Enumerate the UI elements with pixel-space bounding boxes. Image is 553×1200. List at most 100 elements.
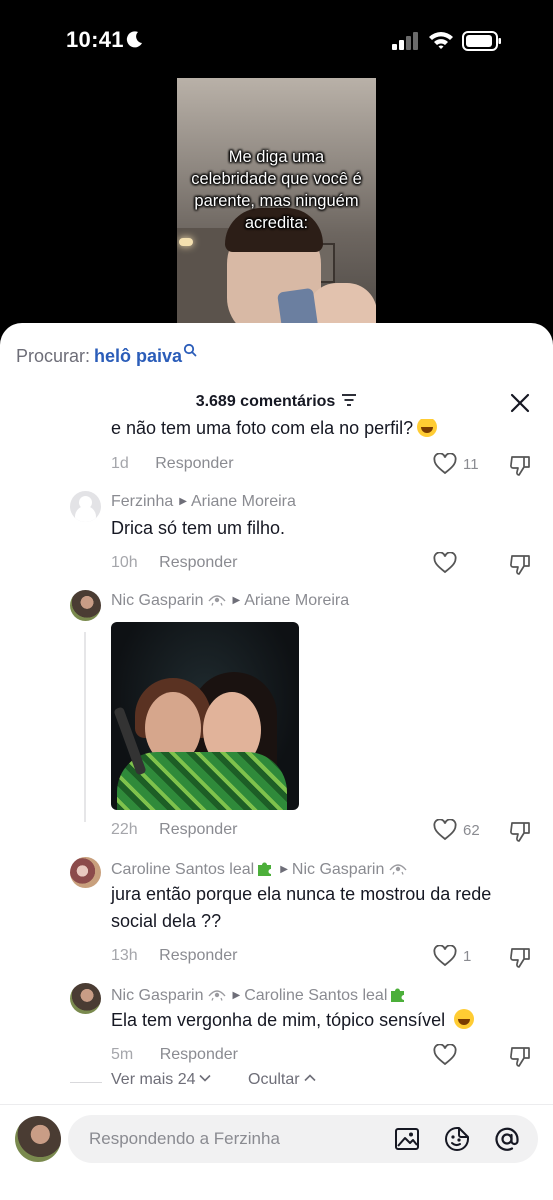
close-icon[interactable] (508, 391, 532, 415)
comment-time: 5m (111, 1046, 134, 1063)
comments-sheet: Procurar: helô paiva 3.689 comentários e … (0, 323, 553, 1200)
reply-arrow-icon: ▶ (280, 864, 288, 875)
moon-icon (126, 31, 142, 48)
comment-meta: 1d Responder (111, 455, 234, 473)
status-time: 10:41 (66, 27, 124, 52)
reply-button[interactable]: Responder (160, 1046, 238, 1063)
comment-author[interactable]: Ferzinha (111, 493, 173, 510)
heart-icon (433, 552, 457, 574)
caption-line: acredita: (244, 214, 309, 232)
reply-button[interactable]: Responder (155, 455, 233, 472)
comment-count-row: 3.689 comentários (0, 393, 553, 411)
search-icon (183, 343, 197, 357)
like-button[interactable]: 1 (433, 945, 471, 967)
comment-text: e não tem uma foto com ela no perfil? (111, 419, 438, 439)
comments-header: 3.689 comentários (0, 389, 553, 419)
avatar[interactable] (70, 491, 101, 522)
reply-arrow-icon: ▶ (232, 595, 241, 606)
dislike-icon[interactable] (508, 820, 532, 844)
view-more-replies-button[interactable]: Ver mais 24 (111, 1071, 212, 1089)
comment-author-line: Nic Gasparin ▶ Caroline Santos leal (111, 985, 407, 1005)
eye-badge-icon (208, 990, 227, 1001)
reply-to-author[interactable]: Ariane Moreira (191, 493, 296, 510)
comment-meta: 5m Responder (111, 1046, 238, 1064)
dislike-icon[interactable] (508, 553, 532, 577)
emoji-icon[interactable] (444, 1126, 470, 1152)
comment-time: 1d (111, 455, 129, 472)
cellular-signal-icon (392, 32, 418, 50)
comment-count: 3.689 comentários (195, 393, 336, 410)
avatar[interactable] (70, 590, 101, 621)
reply-to-author[interactable]: Ariane Moreira (244, 592, 349, 609)
divider-line (70, 1082, 102, 1083)
dislike-icon[interactable] (508, 454, 532, 478)
sort-icon[interactable] (341, 393, 357, 407)
heart-icon (433, 1044, 457, 1066)
comment-time: 13h (111, 947, 138, 964)
video-lamp (179, 238, 193, 246)
like-button[interactable]: 62 (433, 819, 480, 841)
comment-list: e não tem uma foto com ela no perfil? 1d… (0, 419, 553, 1109)
caption-line: parente, mas ninguém (194, 192, 359, 210)
mention-icon[interactable] (494, 1126, 520, 1152)
comment-time: 10h (111, 554, 138, 571)
like-button[interactable] (433, 1044, 457, 1066)
avatar[interactable] (70, 857, 101, 888)
laughing-emoji-icon (417, 419, 438, 437)
comment-input[interactable] (89, 1115, 379, 1163)
comment-time: 22h (111, 821, 138, 838)
comment-input-bar (0, 1105, 553, 1200)
comment-text: Drica só tem um filho. (111, 518, 286, 538)
like-button[interactable] (433, 552, 457, 574)
dislike-icon[interactable] (508, 946, 532, 970)
search-suggestion[interactable]: Procurar: helô paiva (16, 343, 197, 367)
comment-meta: 22h Responder (111, 821, 237, 839)
comment-author[interactable]: Caroline Santos leal (111, 861, 254, 878)
reply-to-author[interactable]: Caroline Santos leal (244, 987, 387, 1004)
thread-line (84, 632, 86, 822)
battery-icon (462, 31, 501, 51)
reply-button[interactable]: Responder (159, 821, 237, 838)
hide-replies-button[interactable]: Ocultar (248, 1071, 316, 1089)
comment-author[interactable]: Nic Gasparin (111, 592, 203, 609)
reply-to-author[interactable]: Nic Gasparin (292, 861, 384, 878)
heart-icon (433, 819, 457, 841)
chevron-down-icon (199, 1074, 212, 1082)
dislike-icon[interactable] (508, 1045, 532, 1069)
heart-icon (433, 945, 457, 967)
chevron-up-icon (304, 1074, 316, 1082)
like-count: 62 (463, 821, 480, 839)
wifi-icon (429, 32, 453, 49)
user-avatar[interactable] (15, 1116, 61, 1162)
caption-line: celebridade que você é (191, 170, 362, 188)
comment-photo[interactable] (111, 622, 299, 810)
comment-text: Ela tem vergonha de mim, tópico sensível (111, 1007, 531, 1034)
comment-text-content: e não tem uma foto com ela no perfil? (111, 419, 414, 438)
comment-meta: 13h Responder (111, 947, 237, 965)
like-button[interactable]: 11 (433, 453, 479, 475)
search-term-link[interactable]: helô paiva (94, 346, 182, 366)
reply-button[interactable]: Responder (159, 554, 237, 571)
hide-label: Ocultar (248, 1071, 300, 1088)
comment-author-line: Ferzinha ▶ Ariane Moreira (111, 493, 296, 511)
puzzle-piece-icon (391, 988, 405, 1002)
replies-controls: Ver mais 24 Ocultar (0, 1071, 553, 1095)
comment-input-container[interactable] (68, 1115, 538, 1163)
eye-badge-icon (208, 595, 227, 606)
pensive-emoji-icon (454, 1009, 475, 1029)
view-more-label: Ver mais 24 (111, 1071, 196, 1088)
comment-text-content: Ela tem vergonha de mim, tópico sensível (111, 1010, 446, 1030)
heart-icon (433, 453, 457, 475)
reply-button[interactable]: Responder (159, 947, 237, 964)
comment-author-line: Nic Gasparin ▶ Ariane Moreira (111, 592, 349, 610)
video-caption: Me diga uma celebridade que você é paren… (177, 146, 376, 234)
reply-arrow-icon: ▶ (179, 496, 187, 507)
reply-arrow-icon: ▶ (232, 990, 241, 1001)
like-count: 11 (463, 455, 479, 473)
avatar[interactable] (70, 983, 101, 1014)
image-icon[interactable] (394, 1127, 420, 1151)
comment-author[interactable]: Nic Gasparin (111, 987, 203, 1004)
puzzle-piece-icon (258, 862, 272, 876)
comment-text: jura então porque ela nunca te mostrou d… (111, 884, 492, 931)
video-preview[interactable]: Me diga uma celebridade que você é paren… (177, 78, 376, 338)
